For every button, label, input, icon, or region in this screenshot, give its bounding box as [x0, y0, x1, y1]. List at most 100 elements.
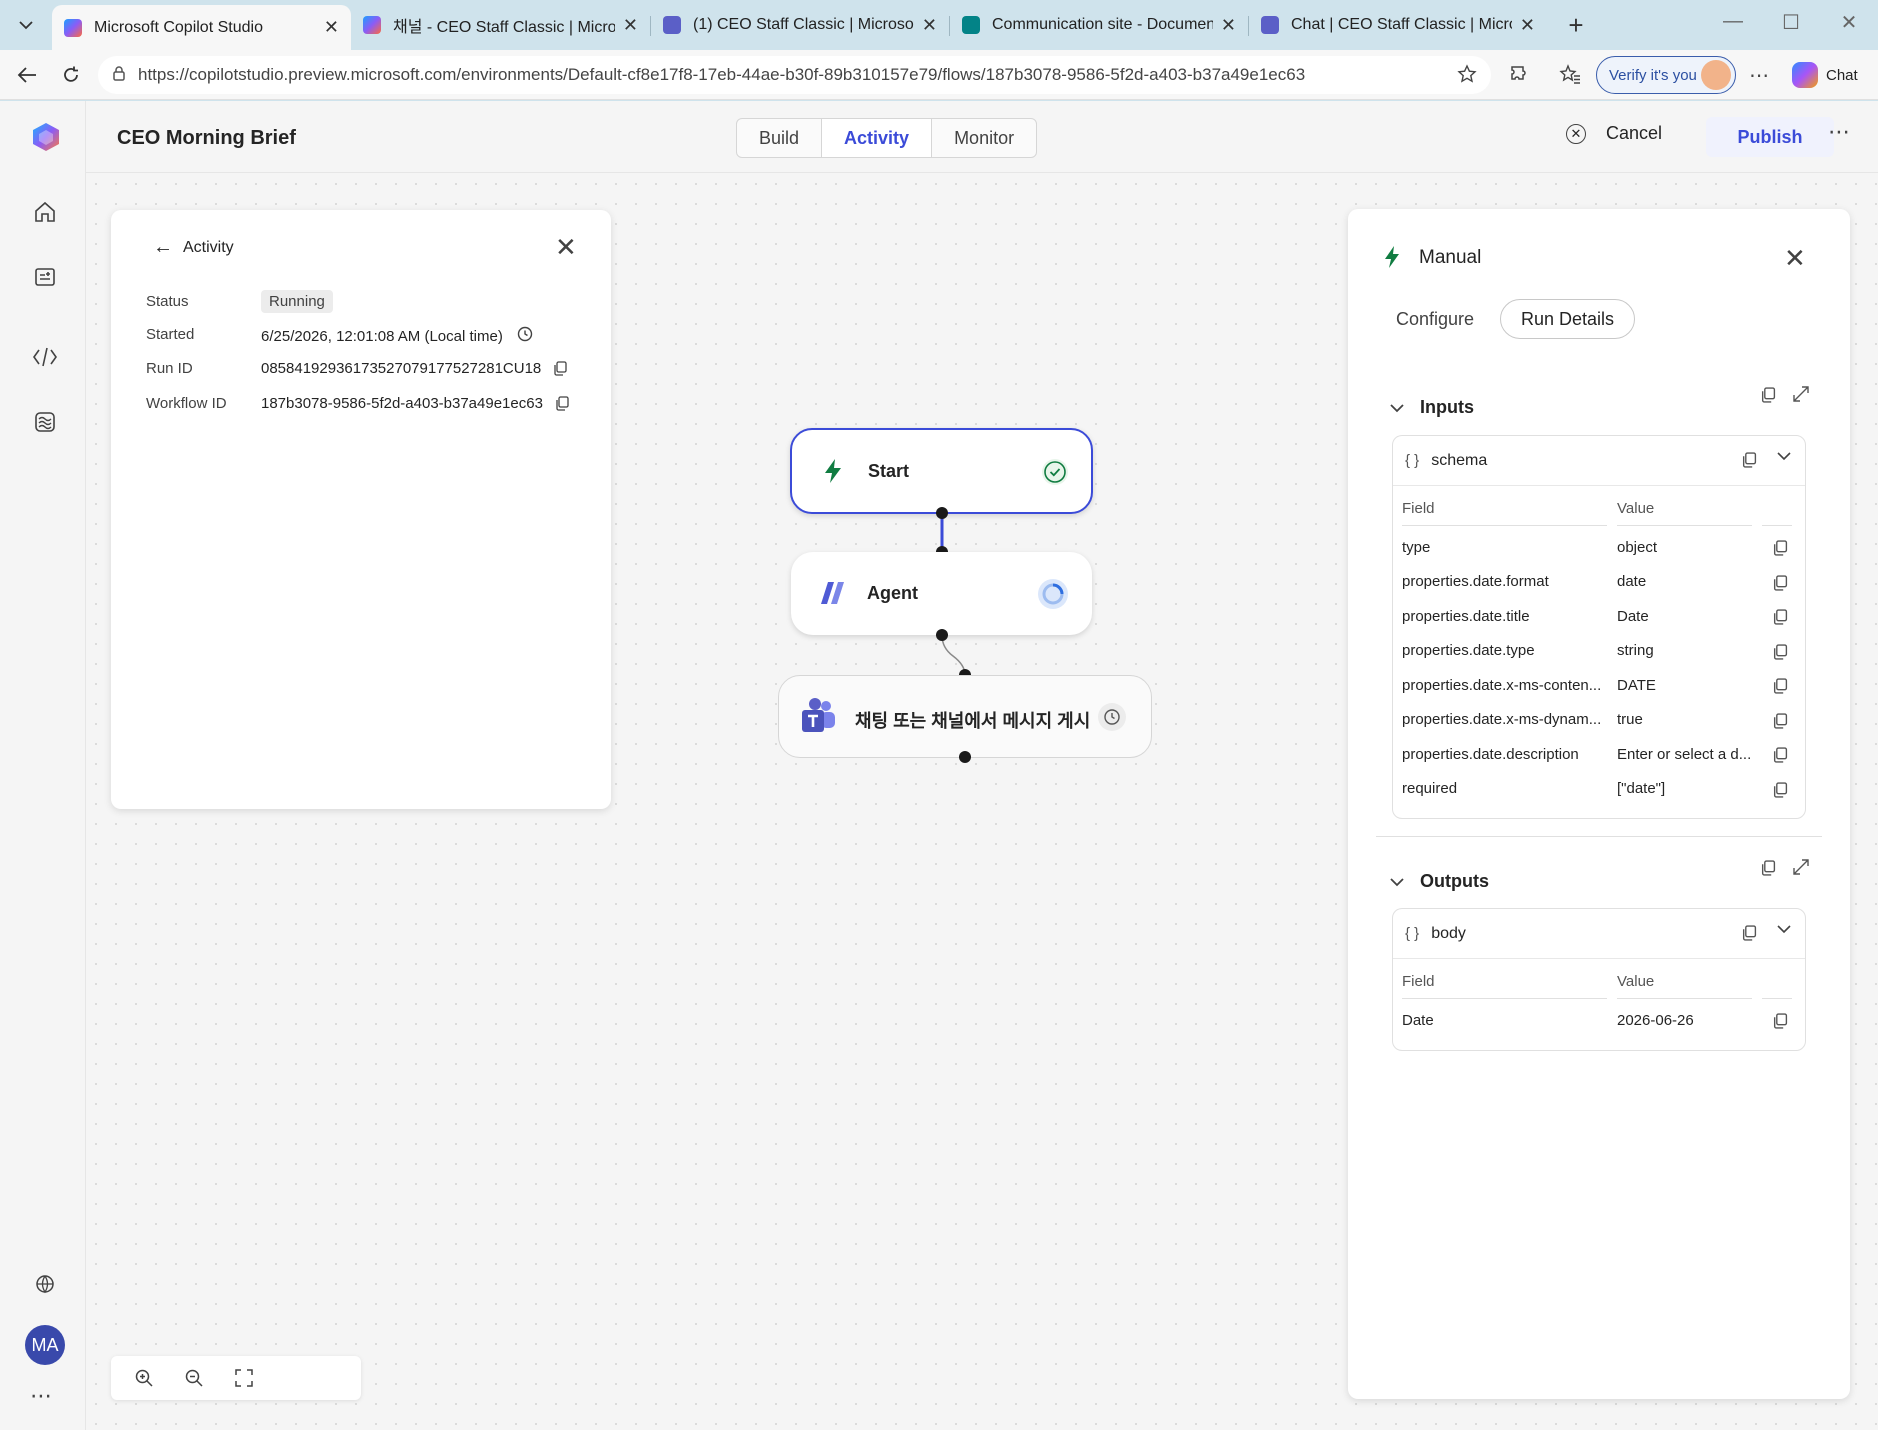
chat-label: Chat: [1826, 66, 1858, 84]
close-tab-icon[interactable]: ✕: [623, 15, 638, 36]
library-icon[interactable]: [29, 406, 61, 438]
chevron-down-icon: [1390, 400, 1404, 416]
publish-button[interactable]: Publish: [1706, 117, 1834, 157]
user-avatar[interactable]: MA: [25, 1325, 65, 1365]
schema-header[interactable]: { } schema: [1393, 436, 1805, 486]
status-badge: Running: [261, 290, 333, 313]
copy-icon[interactable]: [1772, 540, 1788, 556]
copy-icon[interactable]: [555, 396, 569, 411]
create-agent-icon[interactable]: [29, 261, 61, 293]
maximize-window-icon[interactable]: ☐: [1768, 10, 1814, 35]
expand-icon[interactable]: [1792, 858, 1810, 876]
tab-run-details[interactable]: Run Details: [1500, 299, 1636, 339]
close-tab-icon[interactable]: ✕: [324, 17, 339, 38]
site-info-icon[interactable]: [112, 65, 126, 86]
copy-icon[interactable]: [1760, 387, 1776, 403]
chevron-down-icon[interactable]: [1777, 448, 1791, 466]
tab-activity[interactable]: Activity: [822, 119, 933, 157]
panel-title: Manual: [1419, 247, 1482, 268]
copy-icon[interactable]: [1741, 925, 1757, 941]
more-options-icon[interactable]: ⋯: [1745, 61, 1773, 89]
column-header-value: Value: [1617, 499, 1655, 517]
chevron-down-icon[interactable]: [1777, 921, 1791, 939]
tab-title: Communication site - Documents: [992, 16, 1213, 33]
chevron-down-icon: [19, 21, 33, 30]
copy-icon[interactable]: [1772, 574, 1788, 591]
browser-tab-copilot-studio[interactable]: Microsoft Copilot Studio ✕: [52, 5, 351, 50]
tab-title: Chat | CEO Staff Classic | Microsoft: [1291, 16, 1512, 33]
browser-tab-chat[interactable]: Chat | CEO Staff Classic | Microsoft ✕: [1249, 5, 1547, 45]
copilot-studio-logo-icon[interactable]: [30, 121, 62, 153]
expand-icon[interactable]: [1792, 385, 1810, 403]
flow-node-agent[interactable]: Agent: [791, 552, 1092, 635]
extensions-icon[interactable]: [1506, 61, 1534, 89]
close-activity-panel-icon[interactable]: ✕: [555, 232, 577, 263]
tab-build[interactable]: Build: [737, 119, 823, 157]
tab-configure[interactable]: Configure: [1396, 299, 1474, 339]
url-field[interactable]: https://copilotstudio.preview.microsoft.…: [98, 56, 1491, 94]
close-window-icon[interactable]: ✕: [1826, 10, 1872, 35]
inputs-section-toggle[interactable]: Inputs: [1390, 397, 1474, 418]
refresh-button[interactable]: [54, 59, 88, 91]
cancel-label: Cancel: [1606, 123, 1663, 143]
copy-icon[interactable]: [1741, 452, 1757, 468]
close-panel-icon[interactable]: ✕: [1784, 243, 1806, 274]
timezone-clock-icon[interactable]: [517, 326, 533, 346]
environment-globe-icon[interactable]: [29, 1268, 61, 1300]
more-options-icon[interactable]: ⋯: [30, 1383, 52, 1409]
favorite-star-icon[interactable]: [1457, 64, 1477, 89]
favorites-icon[interactable]: [1556, 61, 1584, 89]
copy-icon[interactable]: [553, 361, 567, 376]
back-button[interactable]: [10, 59, 44, 91]
field-cell: properties.date.format: [1402, 573, 1549, 591]
column-header-field: Field: [1402, 499, 1435, 517]
activity-back-label: Activity: [183, 238, 234, 256]
back-to-activity-button[interactable]: ← Activity: [153, 236, 234, 259]
copilot-studio-favicon-icon: [64, 18, 82, 37]
outputs-section-toggle[interactable]: Outputs: [1390, 871, 1489, 892]
tab-monitor[interactable]: Monitor: [932, 119, 1036, 157]
verify-identity-button[interactable]: Verify it's you: [1596, 56, 1736, 94]
tab-actions-menu[interactable]: [8, 8, 44, 42]
profile-avatar: [1701, 60, 1731, 90]
new-tab-button[interactable]: +: [1558, 8, 1594, 42]
schema-label: schema: [1431, 451, 1488, 469]
copy-icon[interactable]: [1772, 643, 1788, 660]
run-id-value: 08584192936173527079177527281CU18: [261, 360, 567, 377]
cancel-button[interactable]: ✕ Cancel: [1566, 123, 1662, 144]
browser-tab-channel[interactable]: 채널 - CEO Staff Classic | Microsoft ✕: [351, 5, 650, 45]
copy-icon[interactable]: [1772, 678, 1788, 694]
home-icon[interactable]: [29, 196, 61, 228]
copy-icon[interactable]: [1772, 747, 1788, 763]
more-options-icon[interactable]: ⋯: [1828, 119, 1850, 145]
fit-to-screen-button[interactable]: [219, 1368, 269, 1388]
value-cell: object: [1617, 538, 1658, 556]
minimize-window-icon[interactable]: —: [1710, 10, 1756, 33]
zoom-out-button[interactable]: [169, 1368, 219, 1388]
flow-node-post-message[interactable]: 채팅 또는 채널에서 메시지 게시: [778, 675, 1152, 758]
tab-title: (1) CEO Staff Classic | Microsoft Te: [693, 16, 914, 33]
browser-tab-teams[interactable]: (1) CEO Staff Classic | Microsoft Te ✕: [651, 5, 949, 45]
outputs-body-card: { } body Field Value Date 2026-06-26: [1392, 908, 1806, 1051]
close-tab-icon[interactable]: ✕: [922, 15, 937, 36]
close-tab-icon[interactable]: ✕: [1520, 15, 1535, 36]
copilot-chat-button[interactable]: Chat: [1792, 58, 1872, 92]
fit-screen-icon: [235, 1369, 253, 1387]
flow-node-start[interactable]: Start: [790, 428, 1093, 514]
value-cell: 2026-06-26: [1617, 1011, 1694, 1029]
zoom-in-button[interactable]: [119, 1368, 169, 1388]
copy-icon[interactable]: [1772, 712, 1788, 729]
table-row: required ["date"]: [1402, 772, 1796, 807]
copy-icon[interactable]: [1772, 781, 1788, 798]
browser-tab-communication-site[interactable]: Communication site - Documents ✕: [950, 5, 1248, 45]
flows-icon[interactable]: [29, 341, 61, 373]
field-cell: properties.date.description: [1402, 745, 1579, 763]
copy-icon[interactable]: [1772, 1013, 1788, 1029]
copy-icon[interactable]: [1760, 860, 1776, 876]
body-header[interactable]: { } body: [1393, 909, 1805, 959]
close-tab-icon[interactable]: ✕: [1221, 15, 1236, 36]
status-value: Running: [261, 290, 333, 313]
verify-label: Verify it's you: [1609, 66, 1697, 84]
copy-icon[interactable]: [1772, 609, 1788, 625]
app-header: CEO Morning Brief Build Activity Monitor…: [86, 101, 1878, 173]
